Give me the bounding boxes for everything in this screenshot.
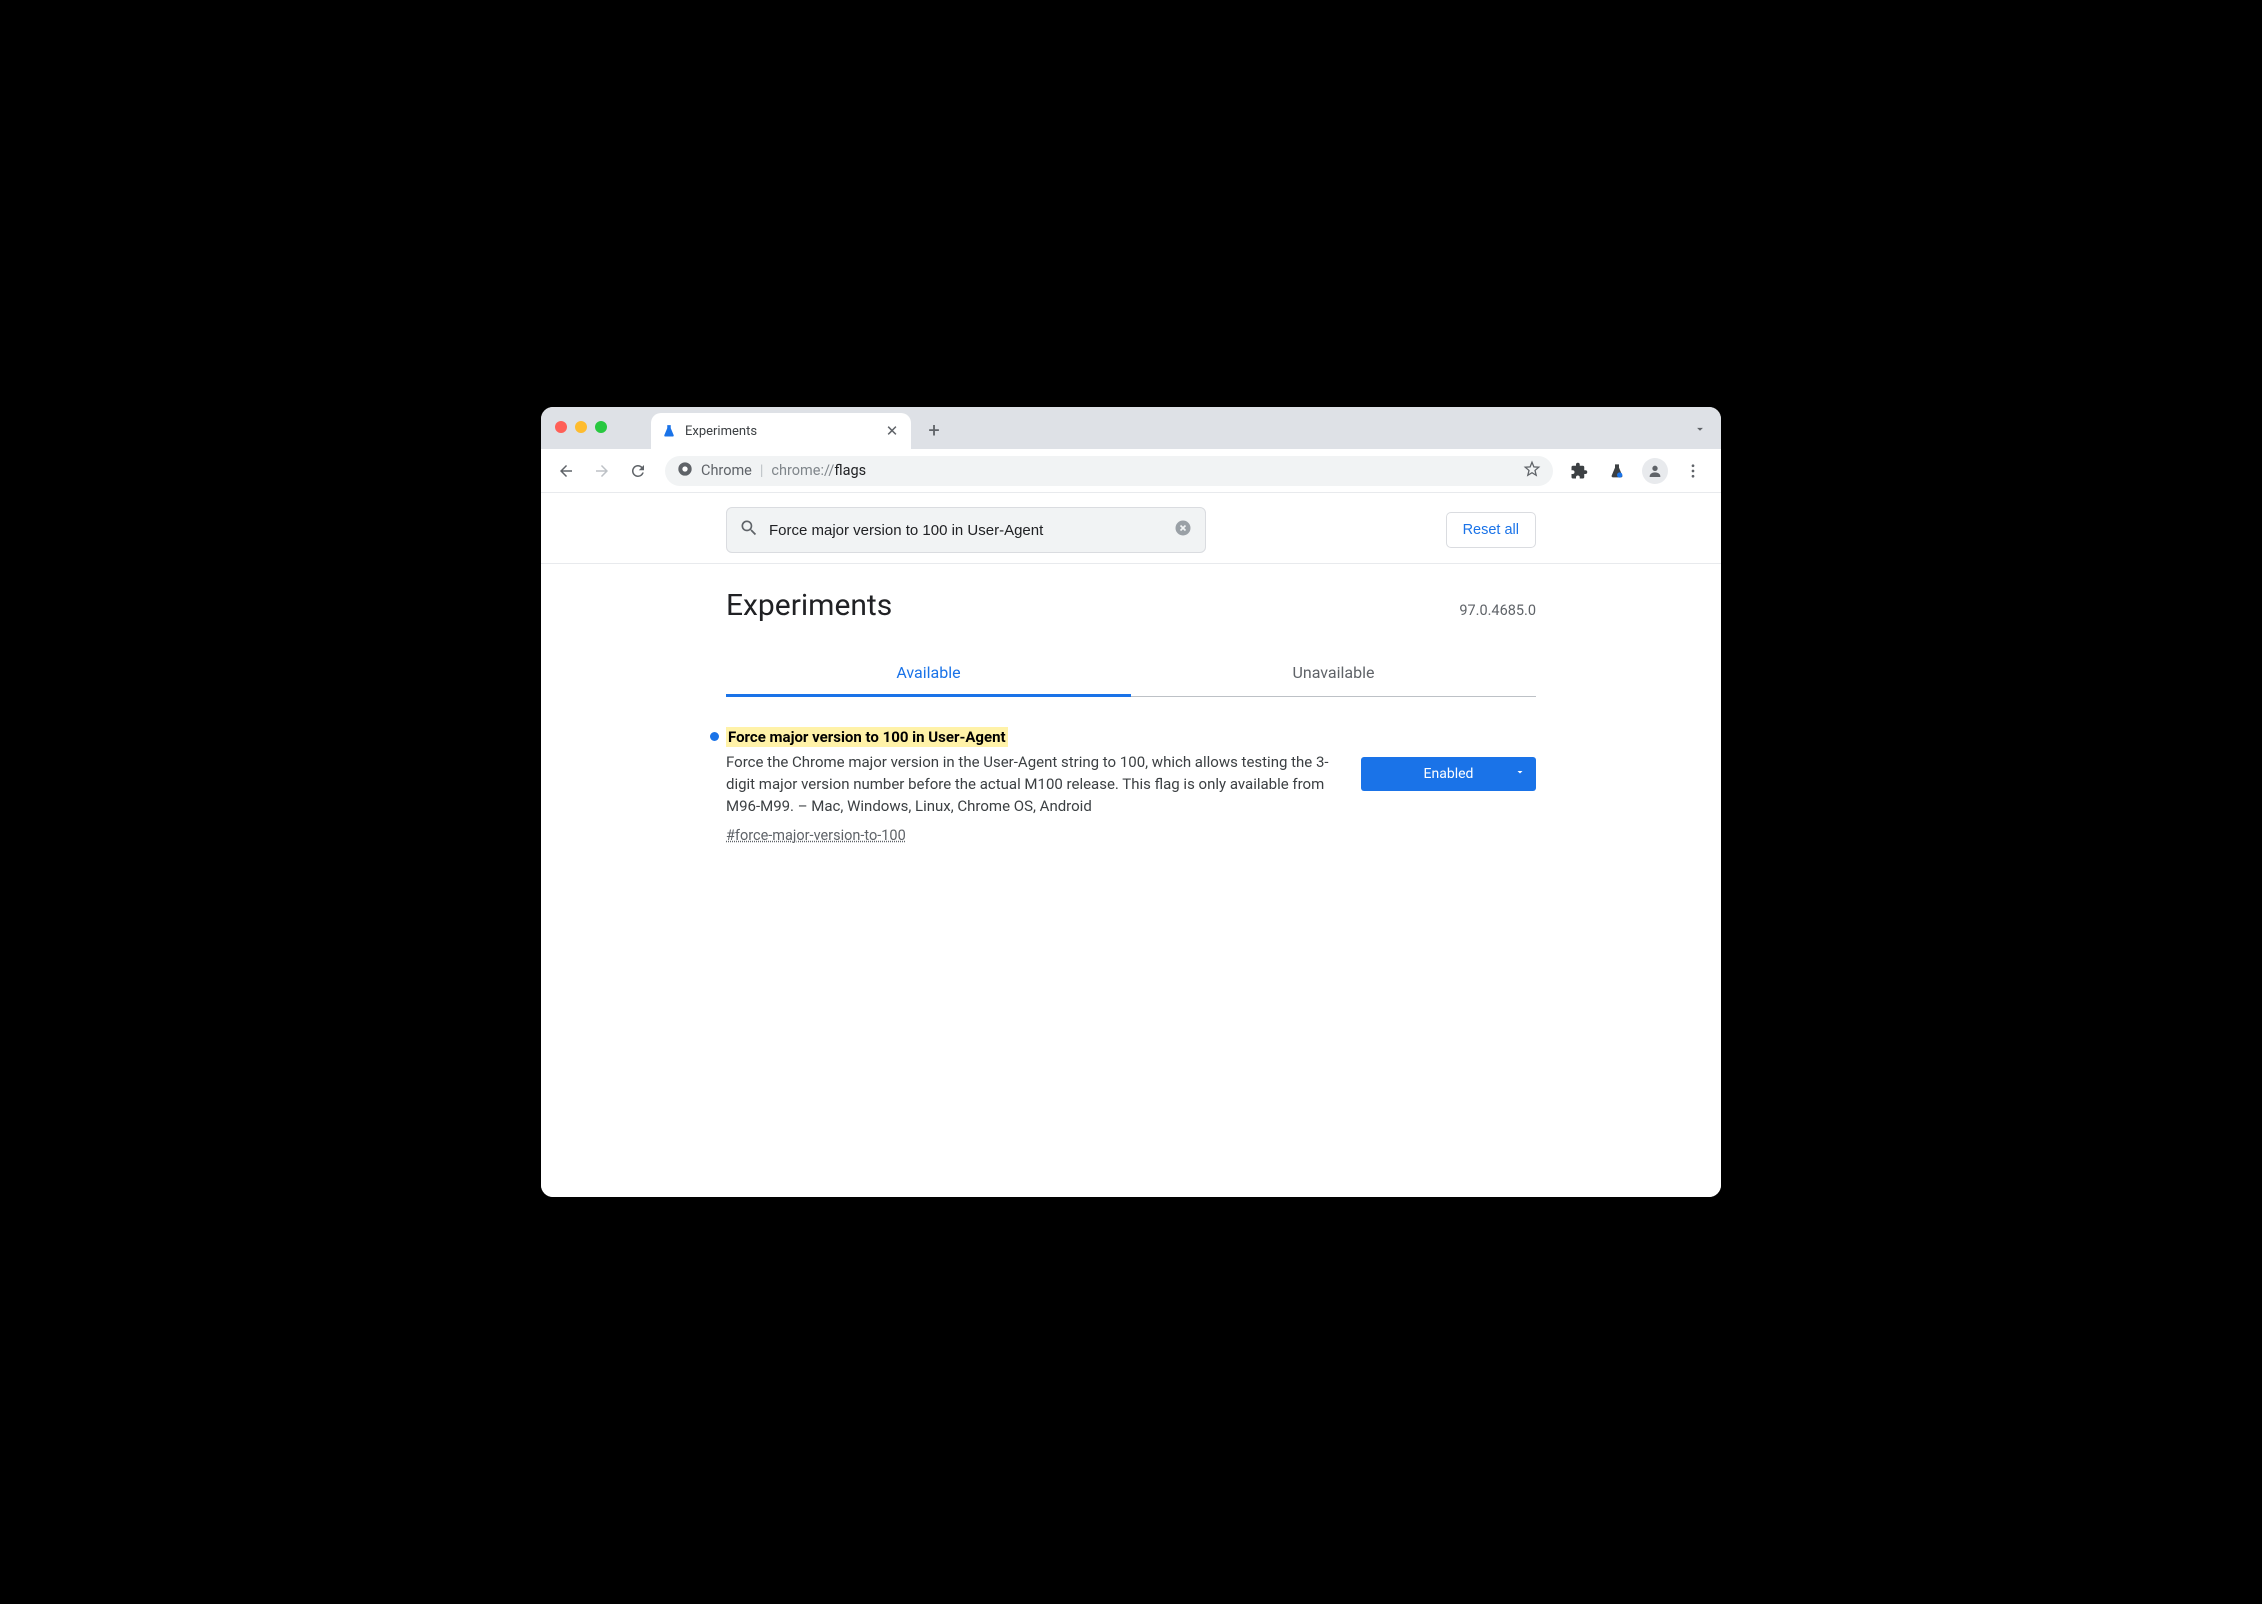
omnibox-divider: | [760,462,764,479]
flask-icon [661,423,677,439]
site-label: Chrome [701,462,752,479]
profile-button[interactable] [1641,457,1669,485]
tab-available[interactable]: Available [726,651,1131,696]
flag-state-dropdown[interactable]: Enabled [1361,757,1536,791]
search-icon [739,518,759,542]
tab-title: Experiments [685,424,757,439]
reload-button[interactable] [623,456,653,486]
close-tab-button[interactable]: ✕ [883,422,901,440]
tab-list-dropdown[interactable] [1693,421,1707,440]
flag-description: Force the Chrome major version in the Us… [726,752,1336,817]
window-controls [555,421,607,433]
minimize-window-button[interactable] [575,421,587,433]
tab-unavailable[interactable]: Unavailable [1131,651,1536,696]
labs-flask-icon[interactable] [1603,457,1631,485]
reset-all-button[interactable]: Reset all [1446,512,1536,548]
toolbar: Chrome | chrome://flags [541,449,1721,493]
page-content: Reset all Experiments 97.0.4685.0 Availa… [541,493,1721,1197]
flag-title: Force major version to 100 in User-Agent [726,727,1008,747]
flag-state-label: Enabled [1424,766,1474,782]
url-path: flags [834,462,866,479]
kebab-menu-icon[interactable] [1679,457,1707,485]
toolbar-right [1565,457,1711,485]
page-title: Experiments [726,588,892,623]
maximize-window-button[interactable] [595,421,607,433]
flags-search-input[interactable] [769,522,1163,539]
forward-button[interactable] [587,456,617,486]
clear-search-icon[interactable] [1173,518,1193,542]
avatar-icon [1642,458,1668,484]
back-button[interactable] [551,456,581,486]
modified-dot-icon [710,732,719,741]
extensions-icon[interactable] [1565,457,1593,485]
tab-strip: Experiments ✕ + [541,407,1721,449]
chrome-version: 97.0.4685.0 [1459,602,1536,619]
chevron-down-icon [1514,766,1526,782]
url-scheme: chrome:// [771,462,834,479]
flag-tabs: Available Unavailable [726,651,1536,697]
browser-window: Experiments ✕ + Chrome | chrome://flags [541,407,1721,1197]
flag-entry: Force major version to 100 in User-Agent… [726,697,1536,850]
flags-search-box[interactable] [726,507,1206,553]
address-bar[interactable]: Chrome | chrome://flags [665,456,1553,486]
flag-anchor-link[interactable]: #force-major-version-to-100 [726,827,906,844]
bookmark-star-icon[interactable] [1523,460,1541,482]
browser-tab[interactable]: Experiments ✕ [651,413,911,449]
site-chip-icon [677,461,693,481]
close-window-button[interactable] [555,421,567,433]
new-tab-button[interactable]: + [919,415,949,445]
